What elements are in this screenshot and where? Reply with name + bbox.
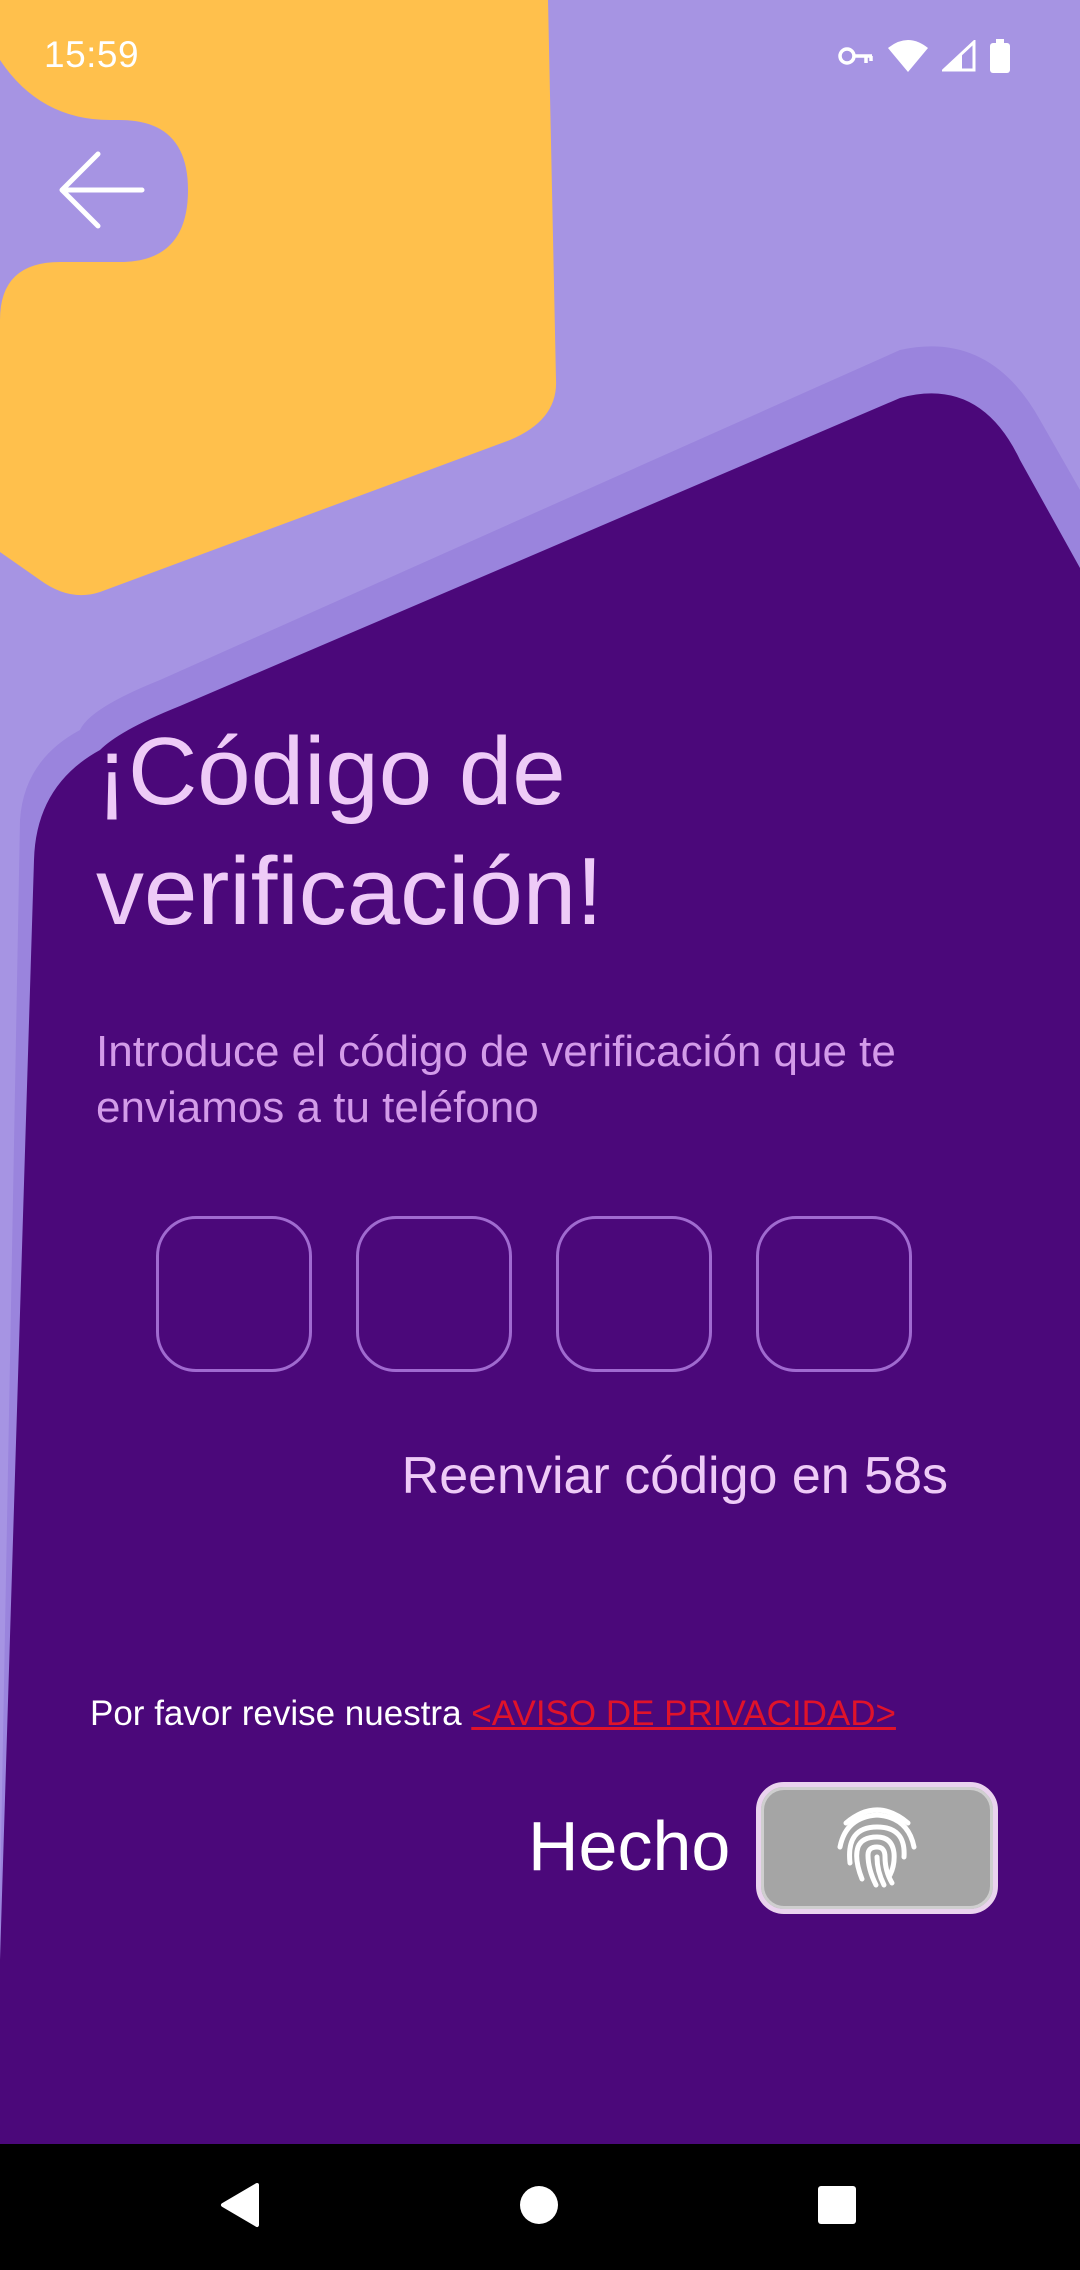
home-circle-icon (519, 2185, 559, 2230)
resend-code-countdown[interactable]: Reenviar código en 58s (402, 1446, 948, 1506)
code-digit-input-4[interactable] (756, 1216, 912, 1372)
privacy-notice-text: Por favor revise nuestra (90, 1694, 472, 1733)
signal-icon (942, 40, 976, 72)
status-bar: 15:59 (0, 0, 1080, 110)
nav-back-button[interactable] (204, 2172, 274, 2242)
privacy-notice-link[interactable]: <AVISO DE PRIVACIDAD> (471, 1694, 896, 1733)
page-subtitle: Introduce el código de verificación que … (96, 1027, 896, 1132)
status-icons (838, 34, 1010, 78)
fingerprint-done-button[interactable] (756, 1782, 998, 1914)
code-digit-input-2[interactable] (356, 1216, 512, 1372)
recents-square-icon (817, 2185, 857, 2230)
wifi-icon (888, 40, 928, 72)
verification-code-inputs (156, 1216, 912, 1372)
done-label: Hecho (528, 1807, 731, 1885)
nav-home-button[interactable] (504, 2172, 574, 2242)
arrow-left-icon (40, 151, 160, 244)
battery-icon (990, 39, 1010, 73)
fingerprint-icon (832, 1803, 922, 1894)
back-button[interactable] (40, 140, 160, 240)
nav-recents-button[interactable] (802, 2172, 872, 2242)
privacy-notice: Por favor revise nuestra <AVISO DE PRIVA… (90, 1694, 896, 1734)
back-triangle-icon (217, 2181, 261, 2234)
code-digit-input-1[interactable] (156, 1216, 312, 1372)
code-digit-input-3[interactable] (556, 1216, 712, 1372)
system-nav-bar (0, 2144, 1080, 2270)
status-time: 15:59 (44, 34, 140, 75)
page-title: ¡Código de verificación! (96, 718, 603, 945)
vpn-key-icon (838, 44, 874, 68)
